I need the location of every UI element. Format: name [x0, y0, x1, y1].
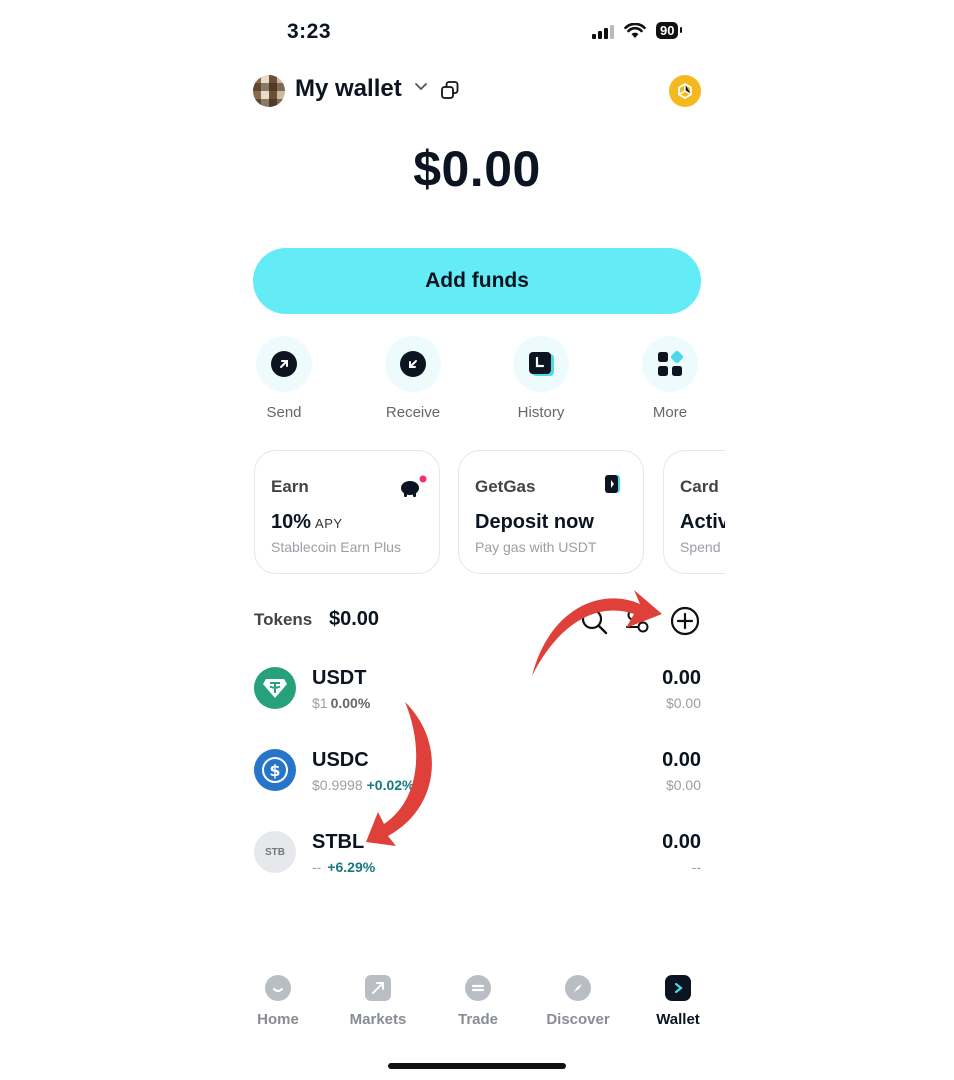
- svg-text:$: $: [269, 761, 280, 780]
- home-indicator: [388, 1063, 566, 1069]
- card-card-headline: Activ: [680, 511, 725, 533]
- getgas-card-title: GetGas: [475, 477, 536, 496]
- fuel-icon: [605, 475, 620, 493]
- token-price: $1 0.00%: [312, 695, 371, 711]
- tokens-label: Tokens: [254, 610, 313, 629]
- token-value: --: [691, 859, 701, 875]
- nav-markets-label: Markets: [349, 1011, 407, 1028]
- token-value: $0.00: [665, 695, 701, 711]
- total-balance: $0.00: [413, 141, 541, 197]
- token-row-stbl[interactable]: STB STBL -- +6.29% 0.00 --: [254, 831, 701, 881]
- search-icon[interactable]: [580, 607, 608, 635]
- card-card[interactable]: Card Activ Spend: [663, 450, 725, 574]
- signal-icon: [592, 23, 614, 39]
- nav-markets[interactable]: Markets: [338, 975, 418, 1028]
- receive-action[interactable]: Receive: [367, 336, 459, 421]
- tokens-total: $0.00: [329, 608, 380, 630]
- discover-icon: [565, 975, 591, 1001]
- add-token-icon[interactable]: [670, 606, 700, 636]
- nav-home-label: Home: [257, 1011, 299, 1028]
- receive-label: Receive: [385, 404, 441, 421]
- receive-icon: [400, 351, 432, 377]
- token-amount: 0.00: [662, 749, 701, 771]
- markets-icon: [365, 975, 391, 1001]
- binance-coin-icon[interactable]: [669, 75, 701, 107]
- getgas-headline: Deposit now: [475, 511, 594, 533]
- token-symbol: STBL: [312, 831, 365, 853]
- add-funds-button[interactable]: Add funds: [253, 248, 701, 314]
- token-row-usdt[interactable]: USDT $1 0.00% 0.00 $0.00: [254, 667, 701, 717]
- usdc-icon: $: [254, 749, 296, 791]
- history-label: History: [517, 404, 565, 421]
- history-action[interactable]: History: [495, 336, 587, 421]
- copy-icon[interactable]: [440, 80, 460, 100]
- send-action[interactable]: Send: [238, 336, 330, 421]
- token-price: -- +6.29%: [312, 859, 376, 875]
- more-grid-icon: [658, 351, 683, 376]
- wallet-name[interactable]: My wallet: [295, 75, 402, 103]
- more-action[interactable]: More: [624, 336, 716, 421]
- status-icons: 90: [592, 22, 684, 39]
- card-card-title: Card: [680, 477, 719, 496]
- piggy-bank-icon: [401, 475, 427, 497]
- history-icon: [529, 352, 554, 376]
- earn-card-title: Earn: [271, 477, 309, 496]
- token-value: $0.00: [665, 777, 701, 793]
- wifi-icon: [624, 22, 646, 38]
- token-symbol: USDT: [312, 667, 367, 689]
- token-amount: 0.00: [662, 667, 701, 689]
- token-amount: 0.00: [662, 831, 701, 853]
- stbl-icon: STB: [254, 831, 296, 873]
- nav-trade[interactable]: Trade: [438, 975, 518, 1028]
- send-label: Send: [266, 404, 302, 421]
- filter-icon[interactable]: [624, 607, 654, 635]
- card-card-clip: Card Activ Spend: [663, 450, 725, 576]
- nav-wallet-label: Wallet: [656, 1011, 700, 1028]
- earn-subtitle: Stablecoin Earn Plus: [271, 539, 401, 555]
- more-label: More: [652, 404, 688, 421]
- usdt-icon: [254, 667, 296, 709]
- getgas-subtitle: Pay gas with USDT: [475, 539, 597, 555]
- nav-discover[interactable]: Discover: [538, 975, 618, 1028]
- home-icon: [265, 975, 291, 1001]
- nav-trade-label: Trade: [457, 1011, 499, 1028]
- wallet-icon: [665, 975, 691, 1001]
- status-time: 3:23: [287, 20, 332, 43]
- trade-icon: [465, 975, 491, 1001]
- nav-wallet[interactable]: Wallet: [638, 975, 718, 1028]
- nav-discover-label: Discover: [546, 1011, 610, 1028]
- earn-card[interactable]: Earn 10% APY Stablecoin Earn Plus: [254, 450, 440, 574]
- chevron-down-icon[interactable]: [414, 82, 428, 92]
- token-price: $0.9998 +0.02%: [312, 777, 415, 793]
- token-row-usdc[interactable]: $ USDC $0.9998 +0.02% 0.00 $0.00: [254, 749, 701, 799]
- earn-rate: 10% APY: [271, 511, 343, 533]
- send-icon: [271, 351, 303, 377]
- token-symbol: USDC: [312, 749, 369, 771]
- avatar[interactable]: [253, 75, 285, 107]
- getgas-card[interactable]: GetGas Deposit now Pay gas with USDT: [458, 450, 644, 574]
- battery-indicator: 90: [656, 22, 684, 39]
- nav-home[interactable]: Home: [238, 975, 318, 1028]
- card-card-subtitle: Spend: [680, 539, 721, 555]
